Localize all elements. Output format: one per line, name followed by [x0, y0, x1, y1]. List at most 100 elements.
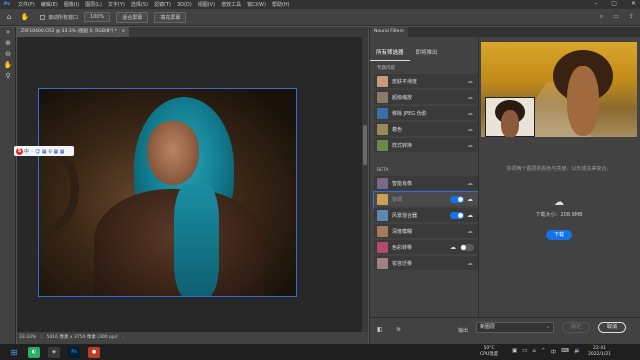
photo-face — [147, 121, 199, 185]
tab-coming-soon[interactable]: 即将推出 — [410, 45, 444, 61]
cloud-download-icon[interactable]: ☁ — [467, 94, 473, 101]
cloud-download-icon[interactable]: ☁ — [467, 260, 473, 267]
filter-color-transfer[interactable]: 色彩转移 ☁ — [374, 240, 478, 256]
menu-window[interactable]: 窗口(W) — [244, 1, 269, 8]
chevron-up-icon[interactable]: ⌃ — [541, 348, 546, 356]
cancel-button[interactable]: 取消 — [598, 322, 626, 333]
cloud-icon[interactable]: ☁ — [467, 196, 473, 203]
fit-screen-button[interactable]: 适合屏幕 — [116, 11, 149, 23]
document-info: 5416 像素 x 3750 像素 (300 ppi) — [46, 335, 118, 340]
maximize-icon[interactable]: ▢ — [611, 0, 617, 7]
menu-view[interactable]: 视图(V) — [195, 1, 218, 8]
zoom-level[interactable]: 33.33% — [19, 335, 36, 340]
windows-start-icon[interactable]: ⊞ — [8, 347, 20, 358]
minimize-icon[interactable]: – — [594, 0, 597, 7]
filter-toggle-on[interactable] — [450, 211, 464, 219]
cloud-download-icon[interactable]: ☁ — [467, 78, 473, 85]
share-icon[interactable]: ⇪ — [629, 13, 634, 21]
filter-smart-portrait[interactable]: 智能肖像 ☁ — [374, 176, 478, 192]
filter-toggle-on[interactable] — [450, 195, 464, 203]
menu-select[interactable]: 选择(S) — [128, 1, 151, 8]
menu-type[interactable]: 文字(Y) — [105, 1, 128, 8]
hand-tool-icon[interactable]: ✋ — [18, 13, 32, 21]
preview-skin — [567, 66, 599, 136]
neural-filters-tab[interactable]: Neural Filters — [370, 27, 408, 37]
vertical-scrollbar[interactable] — [362, 37, 368, 332]
cloud-icon[interactable]: ☁ — [450, 244, 456, 251]
hand-tool-icon[interactable]: ✋ — [0, 60, 16, 71]
filter-depth-blur[interactable]: 深度模糊 ☁ — [374, 224, 478, 240]
menu-help[interactable]: 帮助(H) — [269, 1, 293, 8]
menu-3d[interactable]: 3D(D) — [174, 2, 195, 8]
menu-layer[interactable]: 图层(L) — [82, 1, 105, 8]
filter-skin-smoothing[interactable]: 皮肤平滑度 ☁ — [374, 74, 478, 90]
scroll-all-windows-label: 滚动所有窗口 — [48, 14, 79, 21]
close-tab-icon[interactable]: × — [121, 29, 125, 34]
filter-jpeg-artifacts[interactable]: 移除 JPEG 伪影 ☁ — [374, 106, 478, 122]
workspace-icon[interactable]: ▭ — [613, 13, 619, 21]
scroll-all-windows-checkbox[interactable]: 滚动所有窗口 — [40, 14, 78, 21]
filter-toggle-off[interactable] — [460, 243, 474, 251]
filter-description: 协调两个图层的颜色与亮度，以形成完美复合。 — [506, 166, 612, 172]
search-icon[interactable]: ⌕ — [600, 13, 603, 21]
zoom-in-icon[interactable]: ⊕ — [0, 38, 16, 49]
layer-stack-icon[interactable]: ≋ — [396, 326, 401, 333]
filter-harmonization[interactable]: 协调 ☁ — [373, 191, 479, 209]
filter-colorize[interactable]: 着色 ☁ — [374, 122, 478, 138]
menu-plugins[interactable]: 增效工具 — [218, 1, 244, 8]
close-icon[interactable]: ✕ — [631, 0, 636, 7]
filter-thumbnail — [377, 193, 388, 205]
photoshop-taskbar-icon[interactable]: Ps — [68, 346, 80, 358]
checkbox-box[interactable] — [40, 14, 45, 20]
fill-screen-button[interactable]: 填充屏幕 — [154, 11, 187, 23]
app-taskbar-icon[interactable]: ● — [88, 346, 100, 358]
beta-section-label: BETA — [377, 168, 389, 173]
tray-app-icon[interactable]: ▣ — [512, 348, 517, 356]
tray-network-icon[interactable]: ⌂ — [532, 348, 536, 356]
tab-all-filters[interactable]: 所有筛选器 — [370, 45, 410, 61]
wechat-icon[interactable]: ◐ — [28, 346, 40, 358]
collapse-icon[interactable]: » — [0, 27, 16, 38]
cloud-icon[interactable]: ☁ — [467, 212, 473, 219]
filter-thumbnail — [377, 177, 388, 189]
filter-super-zoom[interactable]: 超级缩放 ☁ — [374, 90, 478, 106]
cloud-download-icon[interactable]: ☁ — [467, 110, 473, 117]
featured-section-label: 专题内容 — [377, 66, 395, 71]
cloud-download-icon[interactable]: ☁ — [467, 126, 473, 133]
scrollbar-thumb[interactable] — [363, 125, 367, 165]
home-icon[interactable]: ⌂ — [0, 13, 18, 21]
ime-toolbar-icons[interactable]: 中 ◦ ☺ ▦ ♀ ▦ ▦ — [24, 148, 65, 155]
system-clock[interactable]: 22:41 2022/1/21 — [588, 346, 611, 358]
filter-landscape-mixer[interactable]: 风景混合器 ☁ — [374, 208, 478, 224]
menu-file[interactable]: 文件(F) — [15, 1, 38, 8]
cloud-download-icon[interactable]: ☁ — [467, 228, 473, 235]
filter-style-transfer[interactable]: 样式转换 ☁ — [374, 138, 478, 154]
status-arrow-icon[interactable]: › — [122, 335, 124, 340]
show-original-icon[interactable]: ◧ — [377, 326, 383, 333]
document-tab[interactable]: ZXFL0400.CR2 @ 33.3% (图层 0, RGB/8*) * × — [17, 27, 130, 37]
ok-button[interactable]: 确定 — [562, 322, 590, 333]
filter-thumbnail — [377, 91, 388, 103]
filter-label: 样式转换 — [392, 142, 413, 149]
ime-toolbar[interactable]: S 中 ◦ ☺ ▦ ♀ ▦ ▦ — [14, 146, 74, 156]
filter-makeup-transfer[interactable]: 妆容迁移 ☁ — [374, 256, 478, 272]
menu-image[interactable]: 图像(I) — [61, 1, 82, 8]
keyboard-icon[interactable]: ⌨ — [561, 348, 569, 356]
volume-icon[interactable]: 🔉 — [574, 348, 581, 356]
cloud-download-icon[interactable]: ☁ — [467, 142, 473, 149]
tray-display-icon[interactable]: ▭ — [522, 348, 527, 356]
menu-filter[interactable]: 滤镜(T) — [151, 1, 174, 8]
zoom-100-button[interactable]: 100% — [84, 12, 111, 22]
cloud-download-icon[interactable]: ☁ — [467, 180, 473, 187]
zoom-tool-icon[interactable]: ⚲ — [0, 71, 16, 82]
document-photo[interactable] — [38, 88, 297, 297]
windows-security-icon[interactable]: ◆ — [48, 346, 60, 358]
output-select[interactable]: 新图层 ⌄ — [476, 322, 554, 333]
zoom-out-icon[interactable]: ⊖ — [0, 49, 16, 60]
filter-label: 风景混合器 — [392, 212, 418, 219]
download-button[interactable]: 下载 — [546, 230, 572, 240]
menu-edit[interactable]: 编辑(E) — [38, 1, 61, 8]
ime-language-indicator[interactable]: 中 — [551, 348, 557, 356]
filter-label: 色彩转移 — [392, 244, 413, 251]
cpu-temperature[interactable]: 50°C CPU温度 — [480, 346, 498, 358]
